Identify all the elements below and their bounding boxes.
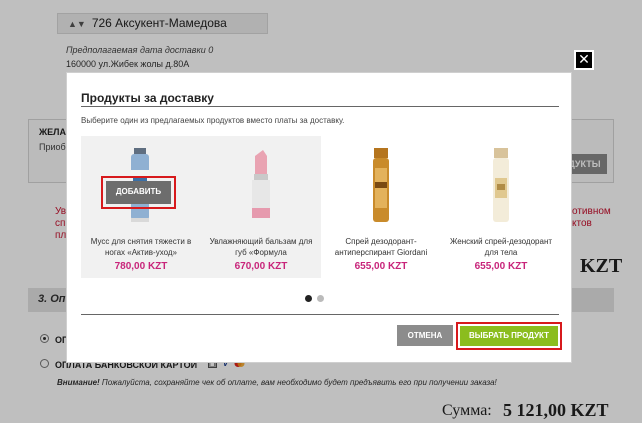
product-image <box>321 148 441 228</box>
product-image <box>201 148 321 228</box>
modal-subtitle: Выберите один из предлагаемых продуктов … <box>81 116 345 125</box>
product-card[interactable]: Спрей дезодорант-антиперспирант Giordani… <box>321 136 441 278</box>
product-card[interactable]: Увлажняющий бальзам для губ «Формула 670… <box>201 136 321 278</box>
product-name: Женский спрей-дезодорант для тела <box>449 237 553 257</box>
divider <box>81 314 559 315</box>
carousel-pagination <box>305 295 324 302</box>
select-product-button-frame: ВЫБРАТЬ ПРОДУКТ <box>456 322 562 350</box>
add-button-label: ДОБАВИТЬ <box>106 181 171 204</box>
divider <box>81 106 559 107</box>
add-button[interactable]: ДОБАВИТЬ <box>101 176 176 209</box>
product-price: 780,00 KZT <box>114 261 168 272</box>
product-price: 670,00 KZT <box>234 261 288 272</box>
carousel-dot[interactable] <box>317 295 324 302</box>
cancel-button[interactable]: ОТМЕНА <box>397 325 453 346</box>
carousel-dot[interactable] <box>305 295 312 302</box>
delivery-products-modal: Продукты за доставку Выберите один из пр… <box>66 72 572 363</box>
product-name: Спрей дезодорант-антиперспирант Giordani <box>334 237 428 257</box>
product-price: 655,00 KZT <box>354 261 408 272</box>
product-price: 655,00 KZT <box>474 261 528 272</box>
product-image <box>441 148 561 228</box>
product-card[interactable]: Женский спрей-дезодорант для тела 655,00… <box>441 136 561 278</box>
product-card[interactable]: ДОБАВИТЬ Мусс для снятия тяжести в ногах… <box>81 136 201 278</box>
product-name: Увлажняющий бальзам для губ «Формула <box>209 237 313 257</box>
modal-title: Продукты за доставку <box>81 91 214 105</box>
select-product-button[interactable]: ВЫБРАТЬ ПРОДУКТ <box>460 326 558 346</box>
close-icon[interactable]: ✕ <box>574 50 594 70</box>
product-name: Мусс для снятия тяжести в ногах «Актив-у… <box>90 237 192 257</box>
